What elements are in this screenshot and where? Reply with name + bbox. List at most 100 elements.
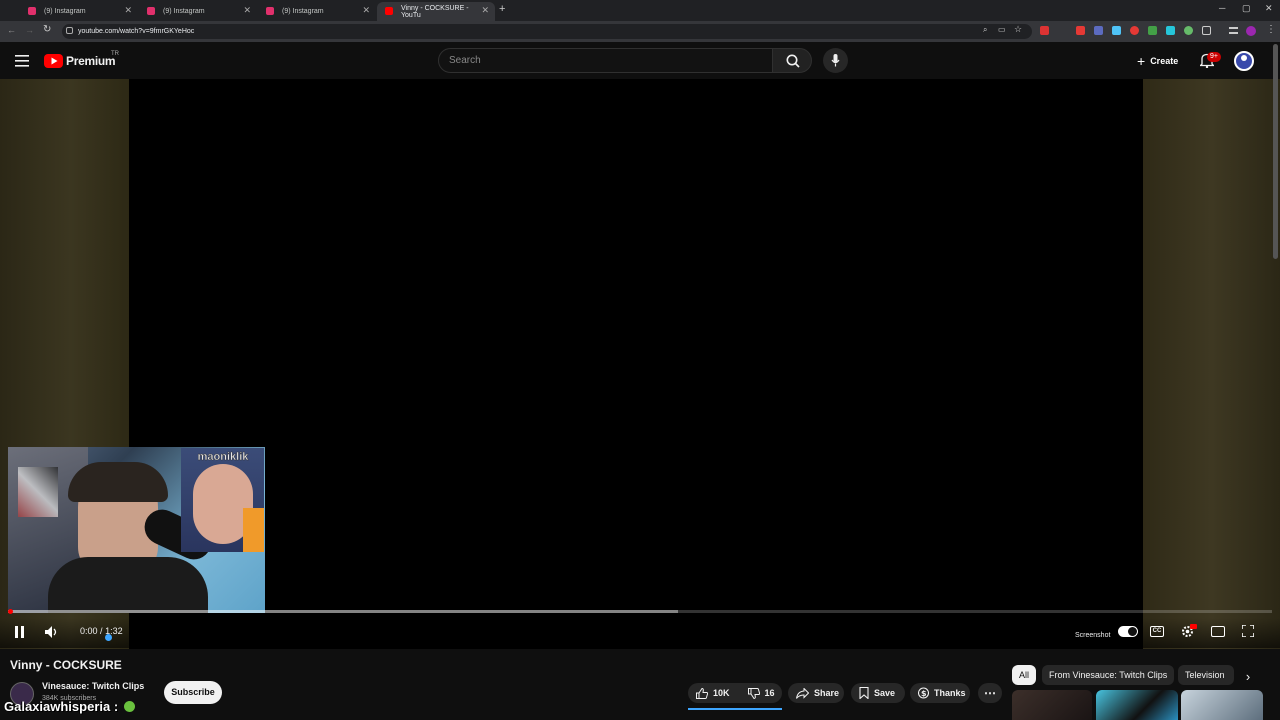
tab-title: (9) Instagram — [163, 8, 205, 15]
new-tab-button[interactable]: + — [499, 3, 505, 15]
recommended-thumbnail[interactable] — [1096, 690, 1178, 720]
logo-text: Premium — [66, 54, 116, 68]
pause-button[interactable] — [14, 626, 25, 638]
site-info-icon[interactable] — [66, 27, 73, 34]
channel-name[interactable]: Vinesauce: Twitch Clips — [42, 681, 144, 691]
save-button[interactable]: Save — [851, 683, 905, 703]
video-player[interactable] — [129, 79, 1143, 649]
ambient-glow-right — [1143, 79, 1280, 649]
chat-text: Galaxiawhisperia : — [4, 699, 119, 714]
chip-television[interactable]: Television — [1178, 665, 1234, 685]
current-time: 0:00 — [80, 626, 98, 636]
screenshot-toggle[interactable] — [1118, 626, 1138, 637]
voice-search-button[interactable] — [823, 48, 848, 73]
youtube-play-icon — [44, 54, 63, 68]
forward-icon[interactable]: → — [25, 25, 34, 35]
close-icon[interactable]: ✕ — [481, 5, 489, 16]
dislike-button[interactable]: 16 — [747, 687, 775, 699]
browser-tab-active[interactable]: Vinny - COCKSURE - YouTu ✕ — [377, 2, 495, 21]
maximize-icon[interactable]: ▢ — [1242, 3, 1251, 14]
emote-icon — [123, 701, 135, 712]
browser-menu-icon[interactable]: ⋮ — [1266, 24, 1276, 35]
screenshot-label: Screenshot — [1075, 632, 1111, 639]
browser-tab[interactable]: (9) Instagram ✕ — [20, 2, 138, 21]
hd-badge — [1190, 624, 1197, 629]
extensions-puzzle-icon[interactable] — [1202, 26, 1211, 35]
toggle-knob — [1128, 627, 1137, 636]
fullscreen-icon[interactable] — [1242, 625, 1254, 637]
like-count: 10K — [713, 688, 730, 698]
extension-icon[interactable] — [1094, 26, 1103, 35]
cursor-indicator — [105, 634, 112, 641]
tab-title: (9) Instagram — [282, 8, 324, 15]
time-display: 0:00 / 1:32 — [80, 626, 123, 636]
page-scrollbar[interactable] — [1273, 44, 1278, 259]
streamer-hair — [68, 462, 168, 502]
subscribe-button[interactable]: Subscribe — [164, 681, 222, 704]
reading-list-icon[interactable] — [1229, 27, 1238, 34]
thanks-icon: $ — [918, 687, 929, 699]
microphone-icon — [831, 54, 840, 67]
account-avatar[interactable] — [1234, 51, 1254, 71]
progress-scrubber[interactable] — [8, 609, 13, 614]
chevron-right-icon[interactable]: › — [1236, 665, 1260, 689]
extension-icon[interactable] — [1040, 26, 1049, 35]
address-bar[interactable]: youtube.com/watch?v=9fmrGKYeHoc — [62, 24, 1032, 39]
like-dislike-group: 10K 16 — [688, 683, 782, 703]
share-button[interactable]: Share — [788, 683, 844, 703]
close-icon[interactable]: ✕ — [362, 5, 370, 16]
hamburger-menu-icon[interactable] — [15, 55, 29, 67]
stream-chat-overlay: Galaxiawhisperia : — [4, 699, 135, 714]
plus-icon: + — [1137, 53, 1146, 69]
like-ratio-bar — [688, 708, 782, 710]
cast-icon[interactable]: ▭ — [998, 25, 1006, 34]
tab-title: Vinny - COCKSURE - YouTu — [401, 4, 469, 19]
search-button[interactable] — [772, 48, 812, 73]
chip-all[interactable]: All — [1012, 665, 1037, 685]
notification-badge: 9+ — [1207, 52, 1221, 62]
extension-icon[interactable] — [1130, 26, 1139, 35]
zoom-icon[interactable]: ⌕ — [983, 25, 987, 35]
browser-tab[interactable]: (9) Instagram ✕ — [258, 2, 376, 21]
close-icon[interactable]: ✕ — [124, 5, 132, 16]
chip-from-channel[interactable]: From Vinesauce: Twitch Clips — [1042, 665, 1175, 685]
avatar-head — [1241, 55, 1247, 61]
extension-icon[interactable] — [1148, 26, 1157, 35]
browser-tab[interactable]: (9) Instagram ✕ — [139, 2, 257, 21]
bookmark-star-icon[interactable]: ☆ — [1014, 24, 1022, 35]
more-actions-icon[interactable]: ⋯ — [978, 683, 1002, 703]
volume-button[interactable] — [45, 626, 58, 638]
create-button[interactable]: + Create — [1131, 50, 1189, 72]
minimize-icon[interactable]: ─ — [1219, 3, 1225, 13]
search-icon — [786, 54, 800, 68]
region-code: TR — [111, 51, 119, 57]
extension-icon[interactable] — [1076, 26, 1085, 35]
recommended-thumbnail[interactable] — [1181, 690, 1263, 720]
extension-icon[interactable] — [1112, 26, 1121, 35]
youtube-premium-logo[interactable]: Premium — [44, 54, 116, 68]
recommended-thumbnail[interactable] — [1012, 690, 1092, 720]
video-title: Vinny - COCKSURE — [10, 658, 122, 672]
profile-avatar[interactable] — [1246, 26, 1256, 36]
share-icon — [796, 687, 809, 699]
extension-icon[interactable] — [1184, 26, 1193, 35]
theater-mode-icon[interactable] — [1211, 626, 1225, 637]
captions-icon[interactable]: CC — [1150, 626, 1164, 637]
close-icon[interactable]: ✕ — [243, 5, 251, 16]
back-icon[interactable]: ← — [7, 25, 16, 35]
search-input[interactable]: Search — [438, 48, 773, 73]
create-label: Create — [1150, 56, 1179, 66]
svg-text:$: $ — [921, 689, 927, 698]
window-close-icon[interactable]: ✕ — [1265, 3, 1273, 14]
instagram-icon — [266, 7, 274, 15]
share-label: Share — [814, 688, 840, 698]
like-button[interactable]: 10K — [696, 687, 730, 699]
youtube-icon — [385, 7, 393, 15]
reload-icon[interactable]: ↻ — [43, 24, 51, 35]
extension-icon[interactable] — [1166, 26, 1175, 35]
instagram-icon — [147, 7, 155, 15]
progress-buffered — [8, 610, 678, 613]
thanks-button[interactable]: $ Thanks — [910, 683, 970, 703]
instagram-icon — [28, 7, 36, 15]
save-label: Save — [874, 688, 896, 698]
